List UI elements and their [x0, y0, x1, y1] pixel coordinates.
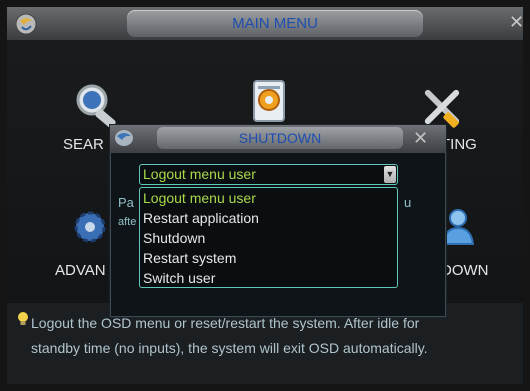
advanced-gear-icon[interactable]: [70, 202, 110, 252]
main-menu-close-icon[interactable]: ✕: [509, 12, 524, 32]
help-text-line-1: Logout the OSD menu or reset/restart the…: [31, 315, 420, 331]
shutdown-dialog-close-icon[interactable]: ✕: [413, 128, 428, 148]
chevron-down-icon[interactable]: ▼: [384, 166, 396, 183]
advanced-label: ADVAN: [55, 262, 106, 279]
partial-label-text-2: afte: [118, 216, 137, 228]
shutdown-dialog-title: SHUTDOWN: [238, 130, 322, 146]
search-label: SEAR: [63, 136, 104, 153]
shutdown-mode-select-value: Logout menu user: [143, 166, 256, 182]
dropdown-option-shutdown[interactable]: Shutdown: [143, 228, 205, 248]
partial-label-text-right: u: [404, 195, 412, 210]
logo-icon: [115, 130, 133, 146]
logo-icon: [15, 13, 37, 35]
shutdown-label: DOWN: [441, 262, 489, 279]
shutdown-user-icon[interactable]: [440, 206, 480, 248]
main-menu-title: MAIN MENU: [232, 15, 318, 32]
dropdown-option-restart-system[interactable]: Restart system: [143, 248, 236, 268]
partial-label-text: Pa: [118, 195, 134, 210]
setting-label: TING: [441, 136, 477, 153]
info-icon[interactable]: [249, 78, 289, 126]
dropdown-option-logout-menu-user[interactable]: Logout menu user: [143, 188, 256, 208]
help-text-line-2: standby time (no inputs), the system wil…: [31, 340, 428, 356]
dropdown-option-restart-application[interactable]: Restart application: [143, 208, 259, 228]
dvr-screen: MAIN MENU ✕ SEAR TING ADVAN DOWN Logout …: [0, 0, 530, 391]
lightbulb-icon: [18, 312, 28, 325]
dropdown-option-switch-user[interactable]: Switch user: [143, 268, 215, 288]
